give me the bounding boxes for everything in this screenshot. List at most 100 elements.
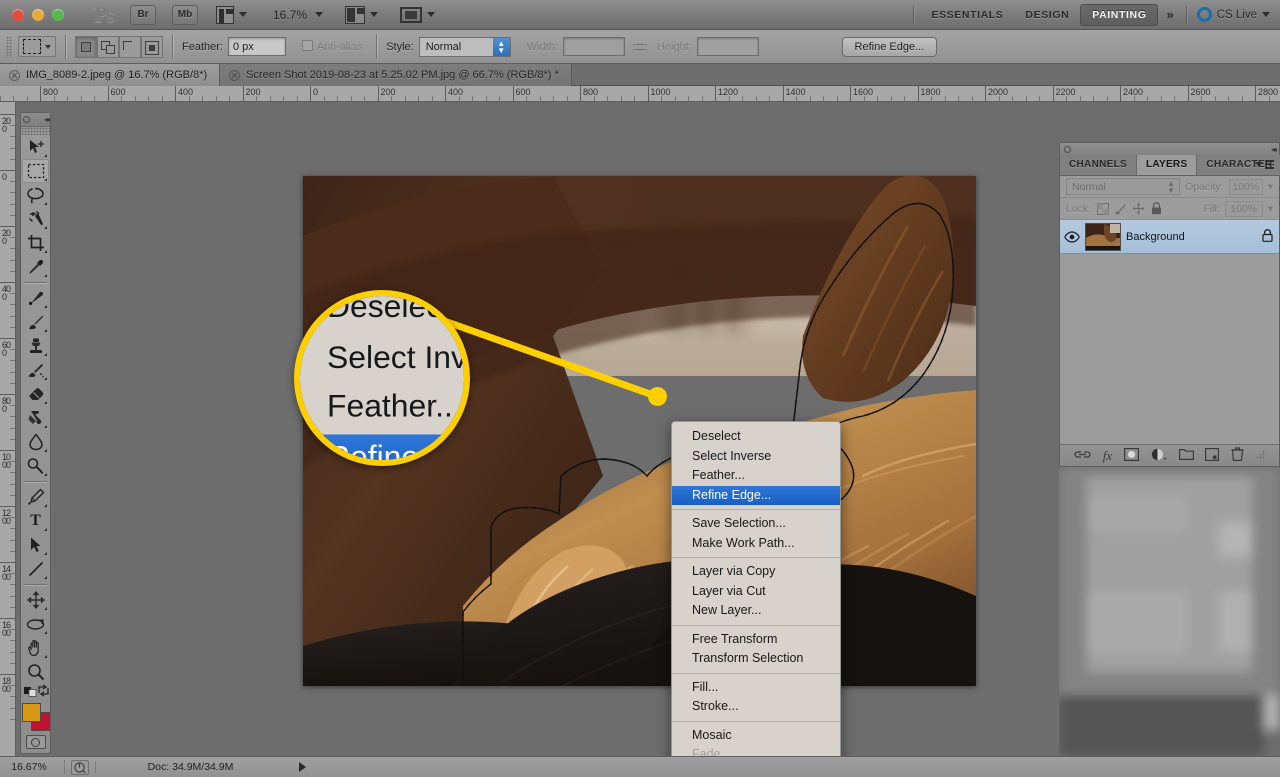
crop-tool[interactable]: [22, 231, 49, 255]
foreground-color-swatch[interactable]: [21, 703, 41, 722]
opacity-value[interactable]: 100%: [1228, 178, 1263, 195]
document-info-icon[interactable]: [71, 759, 89, 775]
magnified-menu-item-feather[interactable]: Feather...: [300, 383, 464, 433]
add-to-selection-button[interactable]: [97, 35, 119, 58]
feather-input[interactable]: 0 px: [227, 37, 286, 56]
panel-menu-icon[interactable]: [1064, 145, 1071, 153]
layer-visibility-eye-icon[interactable]: [1064, 229, 1080, 245]
clone-stamp-tool[interactable]: [22, 334, 49, 358]
menu-item-save-selection[interactable]: Save Selection...: [672, 514, 840, 534]
eyedropper-tool[interactable]: [22, 255, 49, 279]
line-tool[interactable]: [22, 557, 49, 581]
zoom-tool[interactable]: [22, 660, 49, 684]
new-group-icon[interactable]: [1178, 448, 1194, 463]
link-layers-icon[interactable]: [1074, 449, 1091, 463]
lock-all-icon[interactable]: [1150, 202, 1163, 215]
menu-item-new-layer[interactable]: New Layer...: [672, 601, 840, 621]
fill-value[interactable]: 100%: [1224, 200, 1263, 217]
3d-object-rotate-tool[interactable]: [22, 588, 49, 612]
style-select[interactable]: Normal ▲ ▼: [418, 36, 511, 57]
maximize-window-button[interactable]: [52, 8, 64, 21]
swap-width-height-icon[interactable]: [632, 40, 649, 54]
lock-transparent-pixels-icon[interactable]: [1096, 202, 1109, 215]
blur-tool[interactable]: [22, 430, 49, 454]
zoom-level-dropdown[interactable]: [315, 12, 324, 17]
width-input[interactable]: [562, 37, 625, 56]
lasso-tool[interactable]: [22, 183, 49, 207]
arrange-documents-menu[interactable]: [345, 5, 379, 24]
close-window-button[interactable]: [12, 8, 24, 21]
menu-item-free-transform[interactable]: Free Transform: [672, 630, 840, 650]
quick-mask-toggle[interactable]: [25, 735, 46, 749]
delete-layer-icon[interactable]: [1231, 447, 1244, 464]
hand-tool[interactable]: [22, 636, 49, 660]
selection-context-menu[interactable]: Deselect Select Inverse Feather... Refine E…: [671, 421, 841, 771]
new-adjustment-layer-icon[interactable]: [1151, 448, 1167, 464]
intersect-selection-button[interactable]: [141, 35, 163, 58]
panel-menu-icon[interactable]: [23, 116, 30, 123]
magnified-menu-item-deselect[interactable]: Deselect: [300, 296, 464, 334]
collapse-panel-icon[interactable]: ◂◂: [1271, 145, 1277, 154]
more-workspaces-icon[interactable]: »: [1158, 7, 1179, 22]
menu-item-mosaic[interactable]: Mosaic: [672, 726, 840, 746]
launch-mini-bridge-button[interactable]: Mb: [172, 4, 198, 25]
workspace-essentials[interactable]: ESSENTIALS: [920, 5, 1014, 25]
screen-mode-menu[interactable]: [400, 6, 436, 23]
menu-item-layer-via-copy[interactable]: Layer via Copy: [672, 562, 840, 582]
magnified-menu-item-select-inverse[interactable]: Select Inverse: [300, 334, 464, 384]
lock-position-icon[interactable]: [1132, 202, 1145, 215]
brush-tool[interactable]: [22, 310, 49, 334]
magic-wand-tool[interactable]: [22, 207, 49, 231]
pen-tool[interactable]: [22, 485, 49, 509]
document-tab-active[interactable]: IMG_8089-2.jpeg @ 16.7% (RGB/8*): [0, 64, 221, 86]
height-input[interactable]: [696, 37, 759, 56]
history-brush-tool[interactable]: [22, 358, 49, 382]
menu-item-stroke[interactable]: Stroke...: [672, 697, 840, 717]
move-tool[interactable]: [22, 135, 49, 159]
new-selection-button[interactable]: [75, 35, 97, 58]
opacity-scrubber-icon[interactable]: ▾: [1268, 181, 1273, 193]
default-colors-icon[interactable]: [24, 684, 37, 700]
menu-item-transform-selection[interactable]: Transform Selection: [672, 649, 840, 669]
tool-preset-picker[interactable]: [18, 36, 56, 57]
menu-item-fill[interactable]: Fill...: [672, 678, 840, 698]
workspace-design[interactable]: DESIGN: [1014, 5, 1080, 25]
spot-healing-brush-tool[interactable]: [22, 286, 49, 310]
menu-item-layer-via-cut[interactable]: Layer via Cut: [672, 582, 840, 602]
panel-options-menu[interactable]: [1255, 160, 1274, 169]
menu-item-select-inverse[interactable]: Select Inverse: [672, 447, 840, 467]
tab-layers[interactable]: LAYERS: [1136, 155, 1198, 175]
dodge-tool[interactable]: [22, 454, 49, 478]
blend-mode-select[interactable]: Normal ▲ ▼: [1066, 178, 1181, 195]
close-tab-icon[interactable]: [9, 69, 20, 81]
rectangular-marquee-tool[interactable]: [22, 159, 49, 183]
options-bar-grip[interactable]: [6, 35, 12, 58]
vertical-ruler[interactable]: 200 0 200 400 600 800 1000 1200 1400 1600 1800: [0, 102, 16, 756]
layer-row-background[interactable]: Background: [1060, 220, 1279, 254]
menu-item-refine-edge[interactable]: Refine Edge...: [672, 485, 840, 505]
close-tab-icon[interactable]: [229, 69, 241, 81]
cs-live-menu[interactable]: CS Live: [1196, 7, 1270, 22]
path-selection-tool[interactable]: [22, 533, 49, 557]
collapse-panel-icon[interactable]: ◂◂: [44, 115, 50, 124]
tab-channels[interactable]: CHANNELS: [1060, 155, 1137, 175]
launch-bridge-button[interactable]: Br: [130, 4, 156, 25]
status-menu-arrow-icon[interactable]: [299, 762, 306, 772]
anti-alias-checkbox[interactable]: Anti-alias: [301, 40, 367, 53]
swap-colors-icon[interactable]: [37, 684, 50, 700]
horizontal-ruler[interactable]: 1000800600400200020040060080010001200140…: [0, 86, 1280, 102]
eraser-tool[interactable]: [22, 382, 49, 406]
subtract-from-selection-button[interactable]: [119, 35, 141, 58]
lock-image-pixels-icon[interactable]: [1114, 202, 1127, 215]
menu-item-make-work-path[interactable]: Make Work Path...: [672, 534, 840, 554]
menu-item-deselect[interactable]: Deselect: [672, 427, 840, 447]
fill-scrubber-icon[interactable]: ▾: [1268, 203, 1273, 215]
horizontal-type-tool[interactable]: T: [22, 509, 49, 533]
gradient-tool[interactable]: [22, 406, 49, 430]
new-layer-icon[interactable]: [1205, 447, 1220, 464]
panel-resize-grip[interactable]: [1256, 450, 1265, 462]
3d-camera-orbit-tool[interactable]: [22, 612, 49, 636]
add-layer-style-icon[interactable]: fx: [1103, 448, 1112, 464]
workspace-painting[interactable]: PAINTING: [1080, 3, 1159, 26]
view-extras-menu[interactable]: [216, 5, 247, 24]
